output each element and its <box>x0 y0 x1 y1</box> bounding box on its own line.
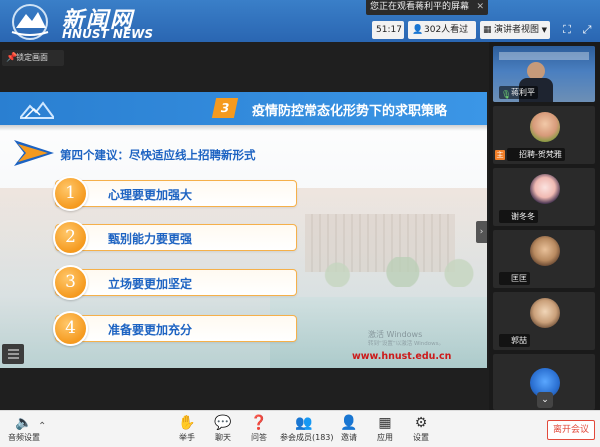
members-label: 参会成员(183) <box>280 433 334 442</box>
slide-subtitle: 第四个建议：尽快适应线上招聘新形式 <box>60 148 256 162</box>
participant-tile[interactable]: ⌄ <box>493 354 595 410</box>
advice-number: 1 <box>53 176 88 211</box>
advice-item-3: 3 立场要更加坚定 <box>53 265 297 300</box>
mountain-logo-icon <box>20 101 54 119</box>
participant-name: 郭喆 <box>499 334 530 347</box>
participant-tile[interactable]: 谢冬冬 <box>493 168 595 226</box>
advice-item-2: 2 甄别能力要更强 <box>53 220 297 255</box>
advice-number: 4 <box>53 311 88 346</box>
campus-trees <box>300 257 487 287</box>
viewer-count[interactable]: 👤 302人看过 <box>408 21 476 39</box>
avatar <box>530 298 560 328</box>
expand-icon[interactable]: ⤢ <box>578 21 596 39</box>
view-mode-select[interactable]: ▦ 演讲者视图 ▼ <box>480 21 550 39</box>
mic-on-icon: 🎙 <box>501 90 512 99</box>
windows-activation-hint: 转到“设置”以激活 Windows。 <box>368 341 444 347</box>
qa-label: 问答 <box>251 433 267 442</box>
arrow-marker-icon <box>14 140 54 166</box>
avatar <box>530 236 560 266</box>
slide-header-title: 疫情防控常态化形势下的求职策略 <box>252 104 448 119</box>
slide-header: 3 疫情防控常态化形势下的求职策略 <box>0 92 487 125</box>
lock-view-label: 锁定画面 <box>16 53 48 62</box>
header-shadow <box>0 125 487 131</box>
members-icon: 👥 <box>295 415 313 431</box>
avatar <box>530 174 560 204</box>
list-menu-icon[interactable] <box>2 344 24 364</box>
chat-icon: 💬 <box>214 415 232 431</box>
meeting-toolbar: 🔈 音频设置 ⌃ ✋ 举手 💬 聊天 ❓ 问答 👥 参会成员(183) 👤 邀请… <box>0 410 600 447</box>
members-button[interactable]: 👥 参会成员(183) <box>280 415 334 445</box>
chat-button[interactable]: 💬 聊天 <box>206 415 240 445</box>
hand-icon: ✋ <box>178 415 196 431</box>
question-icon: ❓ <box>250 415 268 431</box>
raise-hand-label: 举手 <box>179 433 195 442</box>
pin-icon: 📌 <box>6 53 18 63</box>
meeting-timer: 51:17 <box>372 21 404 39</box>
advice-item-1: 1 心理要更加强大 <box>53 176 297 211</box>
meeting-top-bar: 51:17 👤 302人看过 ▦ 演讲者视图 ▼ ⛶ ⤢ <box>372 21 600 39</box>
viewer-count-label: 302人看过 <box>424 25 469 35</box>
add-user-icon: 👤 <box>340 415 358 431</box>
advice-text: 准备要更加充分 <box>108 323 193 337</box>
section-number-badge: 3 <box>211 98 239 118</box>
participant-name: 匡匡 <box>499 272 530 285</box>
advice-text: 心理要更加强大 <box>108 188 193 202</box>
settings-button[interactable]: ⚙ 设置 <box>404 415 438 445</box>
advice-text: 甄别能力要更强 <box>108 232 193 246</box>
fullscreen-icon[interactable]: ⛶ <box>558 21 576 39</box>
chevron-up-icon[interactable]: ⌃ <box>38 421 46 432</box>
university-logo-icon <box>11 4 49 40</box>
participant-tile-video[interactable]: 蒋利平 🎙 <box>493 46 595 102</box>
qa-button[interactable]: ❓ 问答 <box>242 415 276 445</box>
chevron-down-icon: ▼ <box>541 26 547 34</box>
chat-label: 聊天 <box>215 433 231 442</box>
shared-screen-slide: 3 疫情防控常态化形势下的求职策略 第四个建议：尽快适应线上招聘新形式 1 心理… <box>0 92 487 368</box>
leave-meeting-button[interactable]: 离开会议 <box>547 420 595 440</box>
advice-number: 3 <box>53 265 88 300</box>
invite-label: 邀请 <box>341 433 357 442</box>
advice-number: 2 <box>53 220 88 255</box>
participants-panel: 蒋利平 🎙 主 招聘-贺梵雅 谢冬冬 匡匡 郭喆 ⌄ <box>489 42 600 410</box>
raise-hand-button[interactable]: ✋ 举手 <box>170 415 204 445</box>
screen-share-notice-text: 您正在观看蒋利平的屏幕 <box>370 2 470 12</box>
participant-name: 招聘-贺梵雅 <box>507 148 565 161</box>
apps-grid-icon: ▦ <box>378 415 392 431</box>
settings-label: 设置 <box>413 433 429 442</box>
participant-name: 谢冬冬 <box>499 210 538 223</box>
participant-tile[interactable]: 郭喆 <box>493 292 595 350</box>
screen-share-notice: 您正在观看蒋利平的屏幕 ✕ <box>366 0 488 15</box>
video-stage-banner <box>499 52 589 60</box>
invite-button[interactable]: 👤 邀请 <box>332 415 366 445</box>
scroll-down-icon[interactable]: ⌄ <box>537 392 553 408</box>
audio-settings-label: 音频设置 <box>8 433 40 442</box>
apps-button[interactable]: ▦ 应用 <box>368 415 402 445</box>
participant-tile[interactable]: 主 招聘-贺梵雅 <box>493 106 595 164</box>
advice-text: 立场要更加坚定 <box>108 277 193 291</box>
lock-view-button[interactable]: 📌 锁定画面 <box>2 50 64 66</box>
banner-title-en: HNUST NEWS <box>62 27 153 41</box>
person-icon: 👤 <box>412 25 424 35</box>
slide-url: www.hnust.edu.cn <box>352 351 452 362</box>
view-mode-label: 演讲者视图 <box>494 25 540 35</box>
collapse-sidebar-icon[interactable]: › <box>476 221 487 243</box>
gear-icon: ⚙ <box>414 415 428 431</box>
host-badge-icon: 主 <box>495 150 505 160</box>
avatar <box>530 112 560 142</box>
participant-tile[interactable]: 匡匡 <box>493 230 595 288</box>
close-icon[interactable]: ✕ <box>476 0 484 15</box>
grid-icon: ▦ <box>483 25 492 35</box>
advice-item-4: 4 准备要更加充分 <box>53 311 297 346</box>
apps-label: 应用 <box>377 433 393 442</box>
